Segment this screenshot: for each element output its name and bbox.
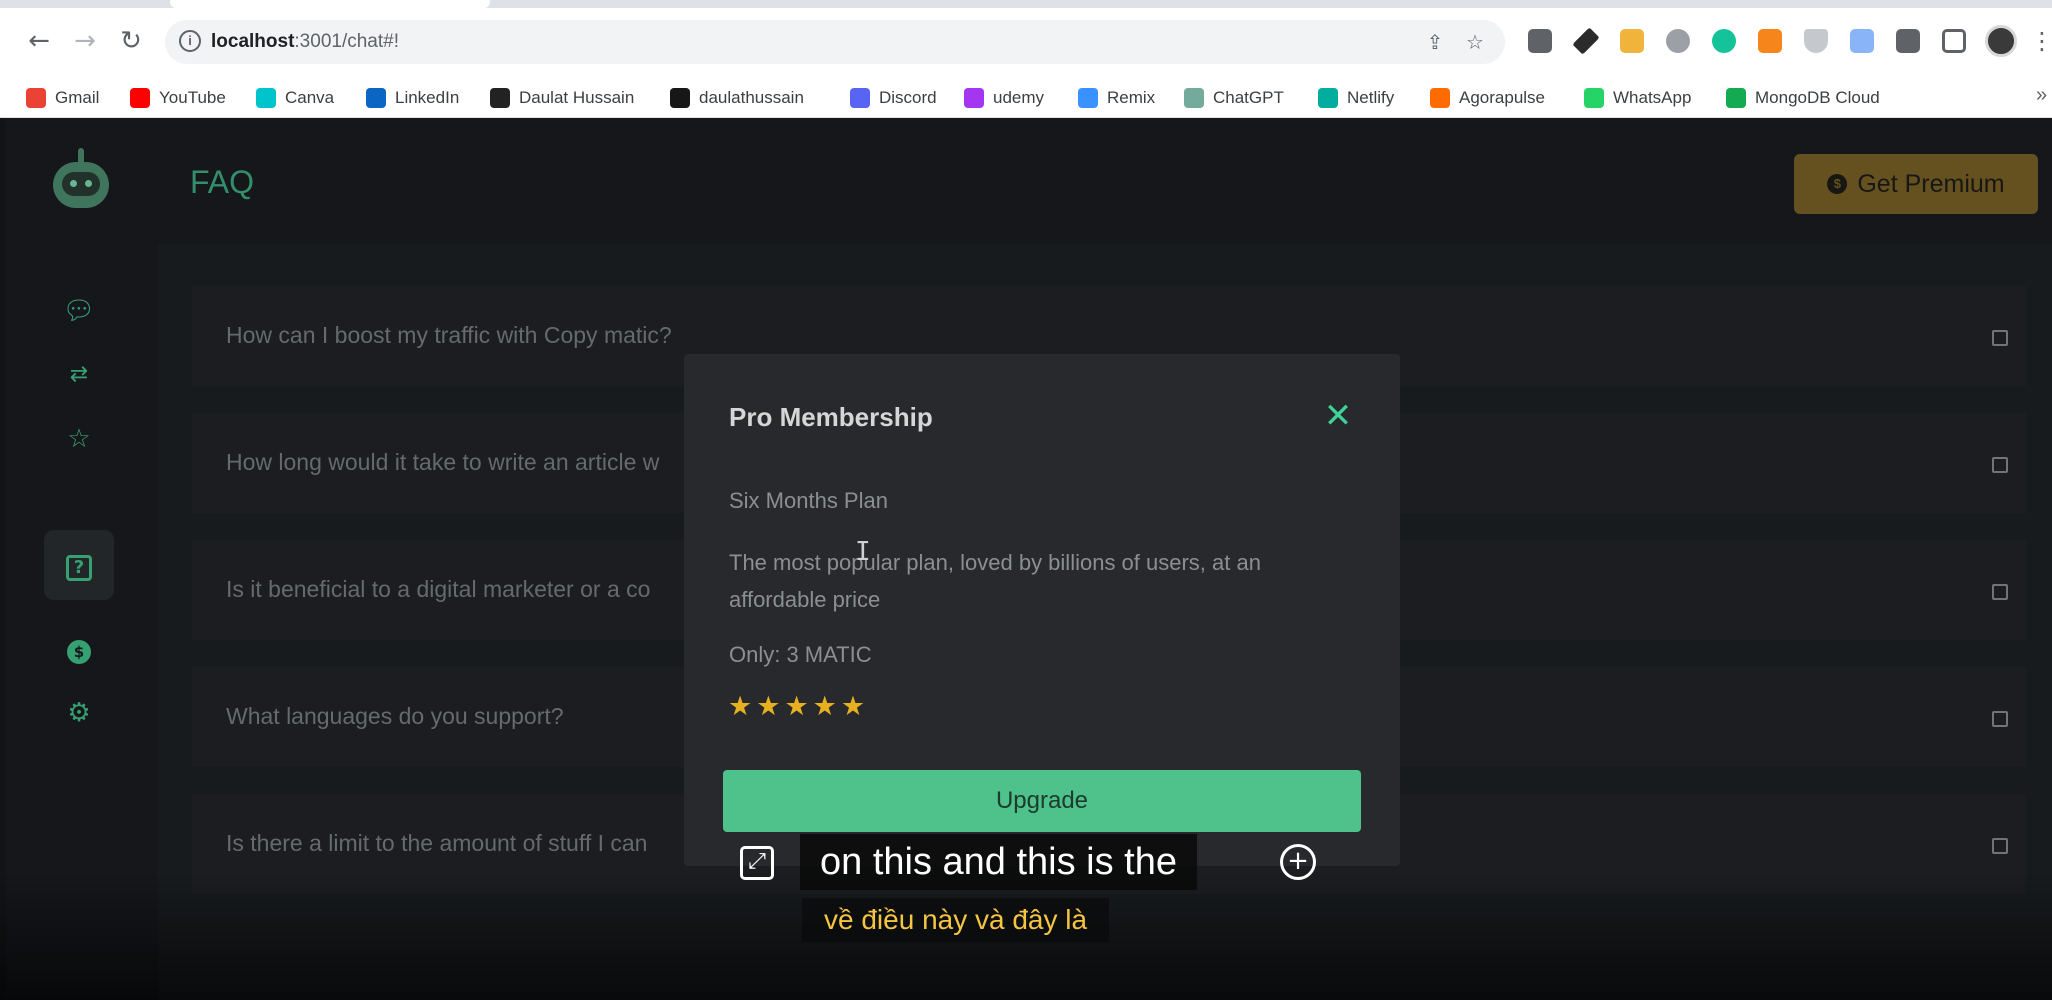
bookmark-10[interactable]: Netlify [1318,87,1394,109]
side-panel-icon[interactable] [1942,29,1966,53]
star-icon: ★ [728,691,753,722]
caption-translation: về điều này và đây là [802,898,1110,942]
bookmark-favicon-icon [1184,88,1204,108]
puzzle-icon[interactable] [1896,29,1920,53]
forward-icon[interactable]: → [68,24,102,58]
bookmark-favicon-icon [964,88,984,108]
bookmark-8[interactable]: Remix [1078,87,1155,109]
profile-avatar[interactable] [1985,25,2017,57]
bookmark-label: YouTube [159,88,226,107]
bookmark-favicon-icon [26,88,46,108]
plan-description: The most popular plan, loved by billions… [729,550,1261,612]
plan-price: Only: 3 MATIC [729,642,872,667]
bookmark-0[interactable]: Gmail [26,87,99,109]
expand-icon[interactable]: ⤢ [740,846,774,880]
star-icon: ★ [840,691,866,722]
eyedropper-icon[interactable] [1572,27,1600,55]
bookmark-label: ChatGPT [1213,88,1284,107]
text-cursor-icon: I [855,537,871,567]
url-host: localhost [211,31,295,52]
bookmark-label: Daulat Hussain [519,88,635,107]
add-icon[interactable]: + [1280,844,1316,880]
bookmark-label: Discord [879,88,937,107]
site-info-icon[interactable]: i [179,30,201,52]
bookmark-label: WhatsApp [1613,88,1692,107]
bookmark-5[interactable]: daulathussain [670,87,804,109]
share-icon[interactable]: ⇪ [1423,30,1447,54]
bookmark-label: Remix [1107,88,1156,107]
bookmark-3[interactable]: LinkedIn [366,87,459,109]
bookmark-favicon-icon [130,88,150,108]
url-path: :3001/chat#! [294,31,399,52]
reload-icon[interactable]: ↻ [114,24,148,58]
bookmark-label: Canva [285,88,335,107]
bookmark-favicon-icon [1584,88,1604,108]
caption-bar: ⤢ on this and this is the + [740,834,1320,894]
bookmark-favicon-icon [1430,88,1450,108]
bookmark-1[interactable]: YouTube [130,87,226,109]
address-bar[interactable]: i localhost:3001/chat#! ⇪ ☆ [165,20,1505,64]
caption-line: on this and this is the [800,834,1197,890]
bookmark-label: Netlify [1347,88,1395,107]
bookmark-favicon-icon [490,88,510,108]
upgrade-button[interactable]: Upgrade [723,770,1361,832]
tab-strip [0,0,2052,8]
extension-icon-1[interactable] [1528,29,1552,53]
bookmark-4[interactable]: Daulat Hussain [490,87,634,109]
url-text[interactable]: localhost:3001/chat#! [211,31,399,53]
bookmark-11[interactable]: Agorapulse [1430,87,1545,109]
bookmark-favicon-icon [670,88,690,108]
bookmark-label: LinkedIn [395,88,460,107]
bookmark-2[interactable]: Canva [256,87,334,109]
bookmark-favicon-icon [256,88,276,108]
back-icon[interactable]: ← [22,24,56,58]
bookmarks-bar: Gmail YouTube Canva LinkedIn Daulat Hussain d… [0,78,2052,118]
bookmark-favicon-icon [1078,88,1098,108]
bookmark-label: Agorapulse [1459,88,1546,107]
star-icon: ★ [812,691,837,722]
extension-icon-8[interactable] [1850,29,1874,53]
close-icon[interactable]: ✕ [1320,398,1356,434]
plan-name: Six Months Plan [729,488,888,513]
bookmark-9[interactable]: ChatGPT [1184,87,1284,109]
metamask-icon[interactable] [1758,29,1782,53]
bookmark-favicon-icon [1318,88,1338,108]
grammarly-icon[interactable] [1712,29,1736,53]
bookmark-label: Gmail [55,88,100,107]
pro-membership-modal: Pro Membership ✕ Six Months Plan The mos… [684,354,1400,866]
camera-icon[interactable] [1666,29,1690,53]
star-icon: ★ [756,691,781,722]
shield-icon[interactable] [1804,29,1828,53]
bookmark-favicon-icon [850,88,870,108]
modal-title: Pro Membership [729,402,933,432]
bookmark-label: daulathussain [699,88,804,107]
bookmark-label: udemy [993,88,1045,107]
bookmark-6[interactable]: Discord [850,87,937,109]
bookmark-13[interactable]: MongoDB Cloud [1726,87,1880,109]
active-tab[interactable] [170,0,490,8]
star-rating: ★ ★ ★ ★ ★ [728,692,865,722]
extension-icon-3[interactable] [1620,29,1644,53]
bookmark-label: MongoDB Cloud [1755,88,1880,107]
bookmark-7[interactable]: udemy [964,87,1044,109]
bookmark-star-icon[interactable]: ☆ [1463,30,1487,54]
bookmark-favicon-icon [1726,88,1746,108]
browser-toolbar: ← → ↻ i localhost:3001/chat#! ⇪ ☆ ⋮ [0,0,2052,78]
bookmark-12[interactable]: WhatsApp [1584,87,1691,109]
bookmark-favicon-icon [366,88,386,108]
menu-icon[interactable]: ⋮ [2030,24,2052,58]
bookmarks-overflow-icon[interactable]: » [2036,84,2047,107]
star-icon: ★ [784,691,809,722]
